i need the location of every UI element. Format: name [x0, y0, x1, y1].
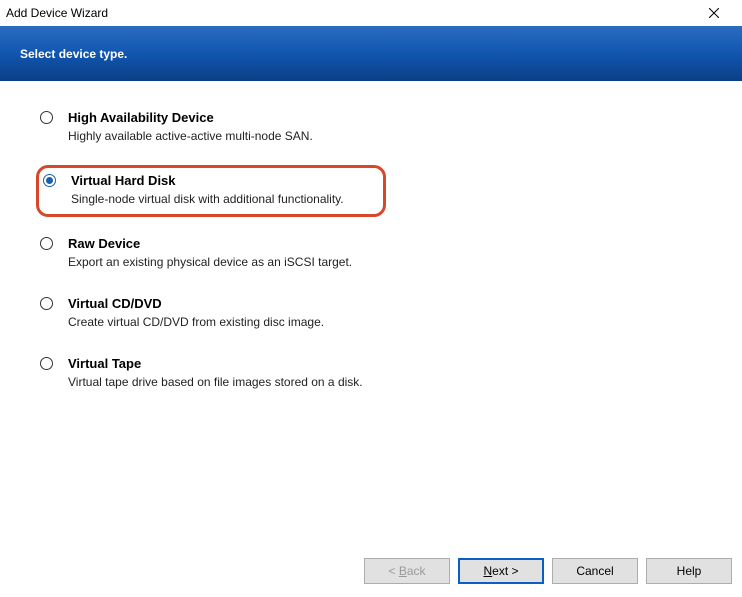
radio-icon — [40, 297, 53, 310]
option-virtual-tape[interactable]: Virtual Tape Virtual tape drive based on… — [36, 351, 718, 397]
button-bar: < Back Next > Cancel Help — [0, 545, 742, 597]
help-button[interactable]: Help — [646, 558, 732, 584]
option-desc: Virtual tape drive based on file images … — [68, 373, 714, 391]
radio-icon — [40, 111, 53, 124]
option-virtual-hard-disk[interactable]: Virtual Hard Disk Single-node virtual di… — [36, 165, 386, 217]
radio-icon — [40, 357, 53, 370]
content-area: High Availability Device Highly availabl… — [0, 81, 742, 537]
option-title: Virtual Hard Disk — [71, 172, 379, 190]
close-icon — [709, 5, 719, 21]
option-title: High Availability Device — [68, 109, 714, 127]
option-high-availability[interactable]: High Availability Device Highly availabl… — [36, 105, 718, 151]
option-desc: Export an existing physical device as an… — [68, 253, 714, 271]
option-title: Virtual CD/DVD — [68, 295, 714, 313]
radio-icon — [43, 174, 56, 187]
option-desc: Create virtual CD/DVD from existing disc… — [68, 313, 714, 331]
wizard-step-title: Select device type. — [20, 47, 127, 61]
radio-icon — [40, 237, 53, 250]
option-title: Virtual Tape — [68, 355, 714, 373]
titlebar: Add Device Wizard — [0, 0, 742, 26]
next-label: Next > — [483, 564, 518, 578]
back-label: < Back — [388, 564, 425, 578]
back-button: < Back — [364, 558, 450, 584]
cancel-button[interactable]: Cancel — [552, 558, 638, 584]
next-button[interactable]: Next > — [458, 558, 544, 584]
option-title: Raw Device — [68, 235, 714, 253]
cancel-label: Cancel — [576, 564, 613, 578]
option-desc: Single-node virtual disk with additional… — [71, 190, 379, 208]
window-title: Add Device Wizard — [6, 6, 108, 20]
help-label: Help — [677, 564, 702, 578]
option-virtual-cd-dvd[interactable]: Virtual CD/DVD Create virtual CD/DVD fro… — [36, 291, 718, 337]
wizard-header: Select device type. — [0, 26, 742, 81]
close-button[interactable] — [694, 2, 734, 24]
option-desc: Highly available active-active multi-nod… — [68, 127, 714, 145]
option-raw-device[interactable]: Raw Device Export an existing physical d… — [36, 231, 718, 277]
